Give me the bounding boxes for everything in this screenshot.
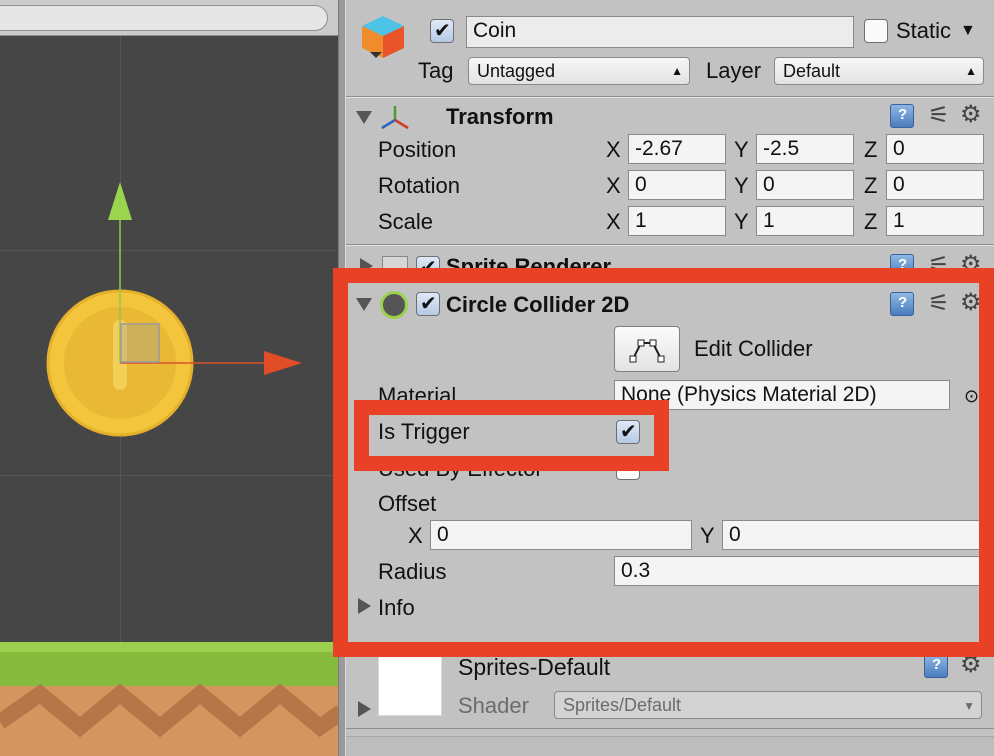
separator: [346, 728, 994, 729]
tag-dropdown[interactable]: Untagged ▲: [468, 57, 690, 85]
tag-value: Untagged: [477, 61, 556, 81]
scene-search-field[interactable]: [0, 5, 328, 31]
inspector-footer: [346, 736, 994, 756]
position-y-field[interactable]: -2.5: [756, 134, 854, 164]
scale-y-label: Y: [734, 209, 749, 234]
scale-z-label: Z: [864, 209, 878, 234]
layer-label: Layer: [706, 58, 762, 83]
rotation-z-label: Z: [864, 173, 878, 198]
rotation-z-field[interactable]: 0: [886, 170, 984, 200]
static-dropdown-icon[interactable]: ▼: [960, 18, 976, 44]
presets-sliders-icon[interactable]: ⚟: [928, 104, 950, 128]
separator: [346, 245, 994, 246]
shader-dropdown[interactable]: Sprites/Default ▼: [554, 691, 982, 719]
rotation-y-field[interactable]: 0: [756, 170, 854, 200]
position-x-field[interactable]: -2.67: [628, 134, 726, 164]
rotation-x-field[interactable]: 0: [628, 170, 726, 200]
scale-x-label: X: [606, 209, 621, 234]
move-tool-gizmo: [108, 182, 302, 375]
gear-icon[interactable]: ⚙: [960, 103, 982, 127]
static-label: Static: [896, 18, 952, 43]
transform-title: Transform: [446, 104, 554, 129]
scene-toolbar: [0, 0, 341, 36]
scale-z-field[interactable]: 1: [886, 206, 984, 236]
ground-tiles: [0, 642, 341, 756]
position-label: Position: [378, 137, 457, 162]
gameobject-cube-icon: [362, 16, 404, 58]
layer-value: Default: [783, 61, 841, 81]
foldout-expanded-icon[interactable]: [356, 111, 372, 124]
separator: [346, 97, 994, 98]
shader-value: Sprites/Default: [563, 695, 682, 715]
coin-sprite-with-move-gizmo[interactable]: [0, 170, 341, 470]
position-y-label: Y: [734, 137, 749, 162]
chevron-down-icon: ▼: [963, 699, 975, 713]
scale-y-field[interactable]: 1: [756, 206, 854, 236]
rotation-label: Rotation: [378, 173, 460, 198]
material-preview-thumbnail: [378, 652, 442, 716]
transform-axes-icon: [381, 106, 409, 130]
material-name: Sprites-Default: [458, 654, 611, 680]
is-trigger-highlight-box: [354, 400, 669, 471]
shader-label: Shader: [458, 693, 529, 718]
scene-grid-line: [0, 475, 341, 476]
scale-x-field[interactable]: 1: [628, 206, 726, 236]
position-z-label: Z: [864, 137, 878, 162]
scale-label: Scale: [378, 209, 434, 234]
foldout-collapsed-icon[interactable]: [358, 701, 371, 717]
tag-label: Tag: [418, 58, 454, 83]
gameobject-active-checkbox[interactable]: [430, 18, 454, 43]
gameobject-name-field[interactable]: Coin: [466, 16, 854, 48]
dropdown-arrows-icon: ▲: [965, 64, 977, 78]
scene-view[interactable]: [0, 0, 341, 756]
help-book-icon[interactable]: [924, 654, 948, 678]
dropdown-arrows-icon: ▲: [671, 64, 683, 78]
rotation-y-label: Y: [734, 173, 749, 198]
position-z-field[interactable]: 0: [886, 134, 984, 164]
help-book-icon[interactable]: [890, 104, 914, 128]
static-checkbox[interactable]: [864, 19, 888, 43]
position-x-label: X: [606, 137, 621, 162]
layer-dropdown[interactable]: Default ▲: [774, 57, 984, 85]
rotation-x-label: X: [606, 173, 621, 198]
